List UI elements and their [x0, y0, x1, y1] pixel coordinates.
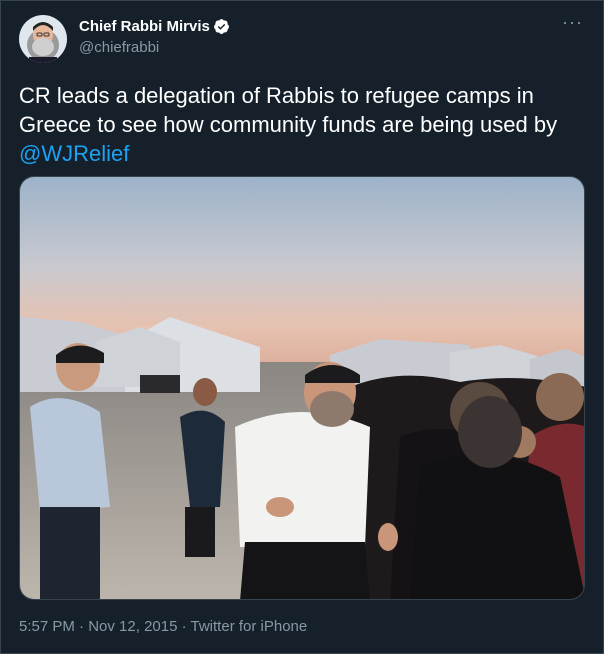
meta-separator: ·: [74, 618, 89, 635]
tweet-text-body: CR leads a delegation of Rabbis to refug…: [19, 83, 558, 137]
tweet-source[interactable]: Twitter for iPhone: [191, 618, 308, 635]
tweet-date[interactable]: Nov 12, 2015: [88, 618, 177, 635]
tweet-card: Chief Rabbi Mirvis @chiefrabbi ··· CR le…: [0, 0, 604, 654]
tweet-photo[interactable]: [19, 176, 585, 600]
avatar[interactable]: [19, 15, 67, 63]
tweet-text: CR leads a delegation of Rabbis to refug…: [19, 81, 585, 168]
tweet-meta: 5:57 PM · Nov 12, 2015 · Twitter for iPh…: [19, 618, 307, 635]
tweet-header: Chief Rabbi Mirvis @chiefrabbi ···: [19, 13, 587, 63]
photo-refugee-camp-icon: [20, 177, 584, 599]
mention-link[interactable]: @WJRelief: [19, 141, 129, 166]
meta-separator: ·: [177, 618, 191, 635]
name-row: Chief Rabbi Mirvis: [79, 18, 230, 35]
tweet-time[interactable]: 5:57 PM: [19, 618, 75, 635]
display-name[interactable]: Chief Rabbi Mirvis: [79, 18, 210, 35]
handle[interactable]: @chiefrabbi: [79, 39, 159, 56]
avatar-icon: [19, 15, 67, 63]
more-options-icon[interactable]: ···: [562, 13, 583, 31]
verified-badge-icon: [213, 19, 229, 34]
